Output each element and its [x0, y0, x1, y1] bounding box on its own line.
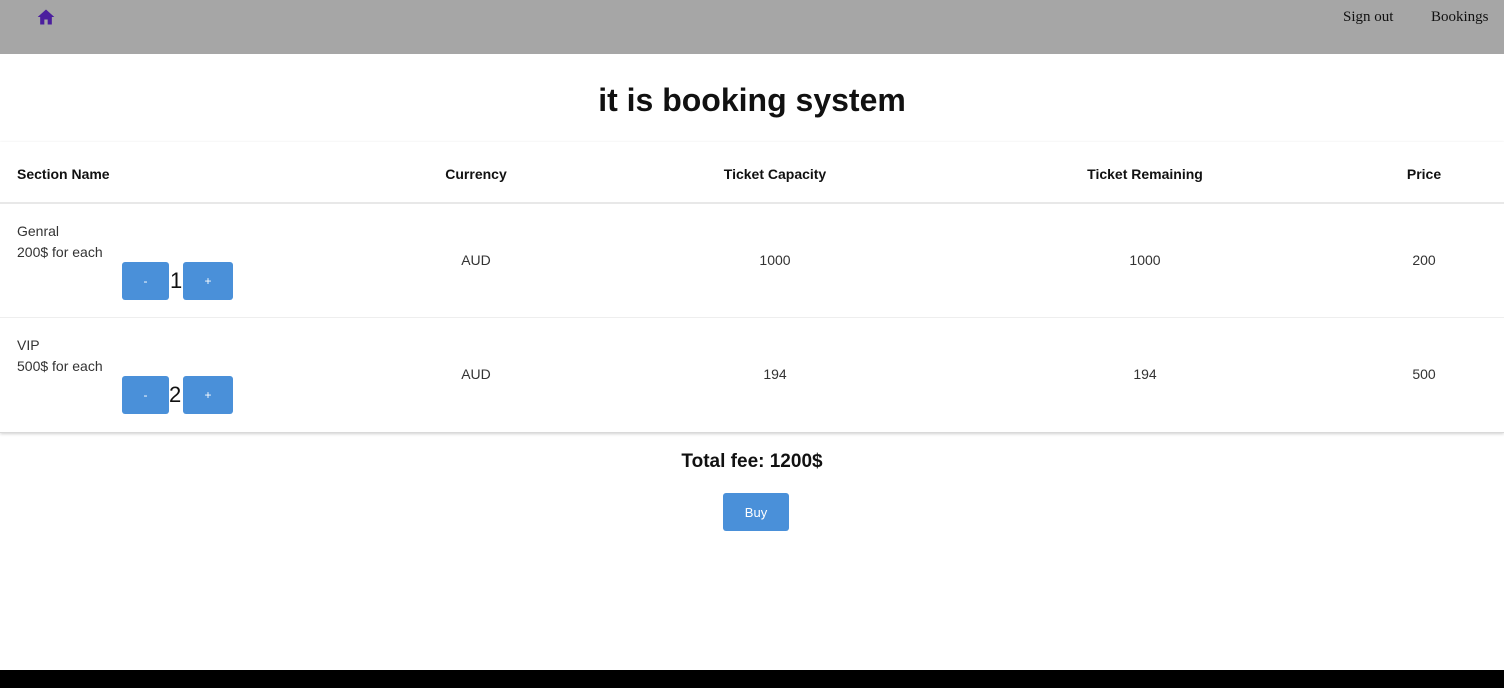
increment-button[interactable]: +	[183, 262, 233, 300]
price-cell: 500	[1412, 366, 1436, 382]
decrement-button[interactable]: -	[122, 262, 169, 300]
page-title: it is booking system	[598, 82, 906, 118]
column-header-price: Price	[1406, 166, 1442, 182]
price-cell: 200	[1412, 252, 1436, 268]
bookings-link[interactable]: Bookings	[1431, 9, 1489, 26]
quantity-value: 1	[170, 268, 183, 293]
currency-cell: AUD	[461, 366, 491, 382]
top-nav-bar: Sign out Bookings	[0, 0, 1504, 54]
increment-button[interactable]: +	[183, 376, 233, 414]
ticket-capacity-cell: 1000	[759, 252, 791, 268]
quantity-value: 2	[169, 382, 182, 407]
section-name: VIP	[17, 337, 40, 353]
currency-cell: AUD	[461, 252, 491, 268]
ticket-remaining-cell: 1000	[1129, 252, 1161, 268]
section-unit-price: 200$ for each	[17, 244, 103, 260]
column-header-ticket-capacity: Ticket Capacity	[723, 166, 827, 182]
bottom-bar	[0, 670, 1504, 688]
tickets-table: Section Name Currency Ticket Capacity Ti…	[0, 142, 1504, 433]
buy-button[interactable]: Buy	[723, 493, 789, 531]
sign-out-link[interactable]: Sign out	[1343, 9, 1393, 26]
section-unit-price: 500$ for each	[17, 358, 103, 374]
section-name: Genral	[17, 223, 60, 239]
row-divider	[0, 317, 1504, 318]
column-header-section-name: Section Name	[17, 166, 110, 182]
home-icon[interactable]	[36, 7, 56, 27]
ticket-capacity-cell: 194	[763, 366, 787, 382]
ticket-remaining-cell: 194	[1133, 366, 1157, 382]
column-header-ticket-remaining: Ticket Remaining	[1087, 166, 1203, 182]
header-divider	[0, 202, 1504, 204]
column-header-currency: Currency	[445, 166, 507, 182]
decrement-button[interactable]: -	[122, 376, 169, 414]
total-fee: Total fee: 1200$	[681, 451, 823, 472]
